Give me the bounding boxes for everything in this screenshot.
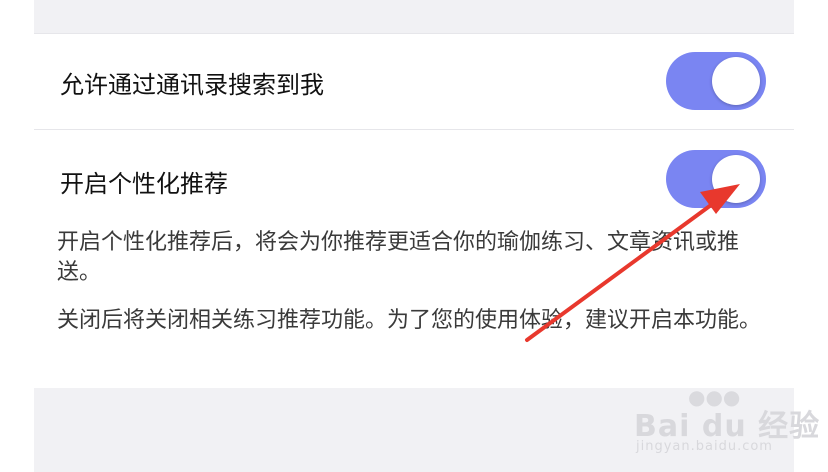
contacts-search-toggle[interactable] — [666, 52, 766, 110]
contacts-search-label: 允许通过通讯录搜索到我 — [60, 71, 324, 99]
personalized-label: 开启个性化推荐 — [60, 170, 228, 198]
watermark-url: jingyan.baidu.com — [636, 439, 773, 454]
baidu-jingyan-watermark: ●●● Bai du 经验 jingyan.baidu.com — [630, 385, 819, 465]
personalized-description-2: 关闭后将关闭相关练习推荐功能。为了您的使用体验，建议开启本功能。 — [57, 308, 762, 333]
personalized-description-1: 开启个性化推荐后，将会为你推荐更适合你的瑜伽练习、文章资讯或推送。 — [57, 230, 740, 285]
personalized-toggle[interactable] — [666, 150, 766, 208]
toggle-knob — [712, 57, 760, 105]
toggle-knob — [712, 155, 760, 203]
top-gray-band — [34, 0, 794, 33]
settings-row-contacts-search: 允许通过通讯录搜索到我 — [34, 34, 794, 129]
